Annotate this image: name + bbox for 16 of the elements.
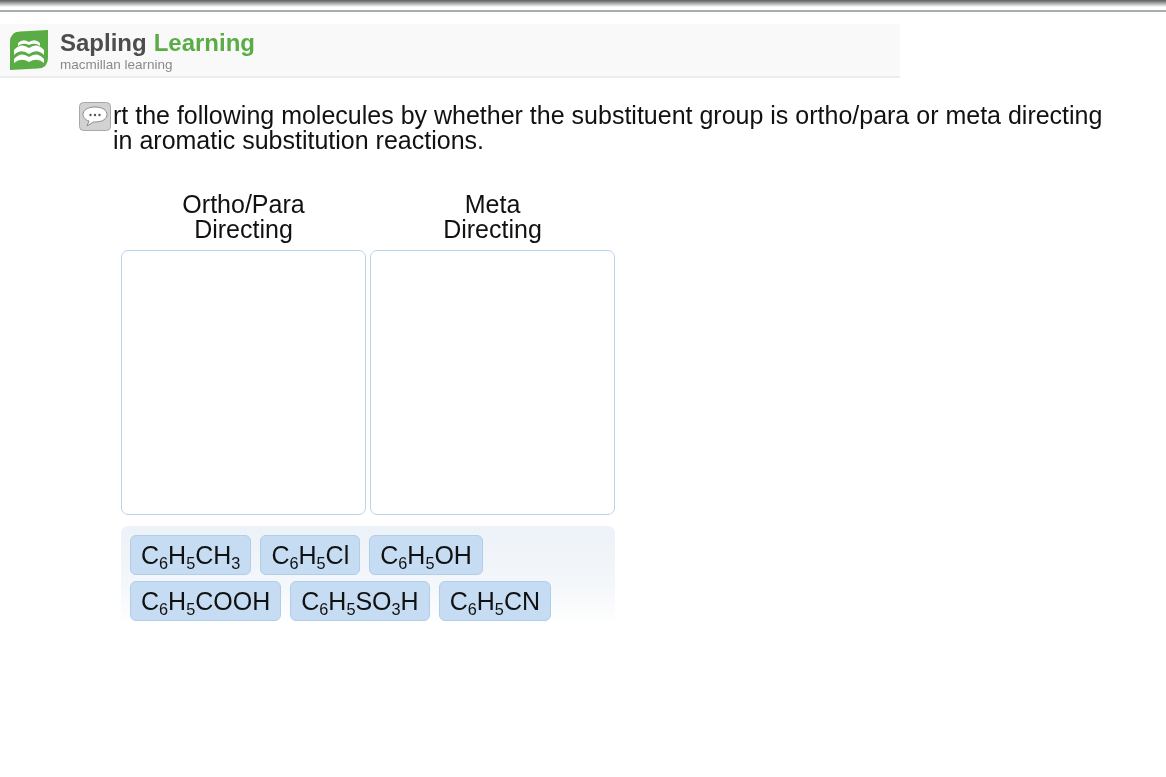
formula-chip[interactable]: C$_{6}$H$_{5}$CN — [438, 581, 551, 621]
brand-name-text: Learning — [153, 29, 255, 56]
question-text: rt the following molecules by whether the substituent group is ortho/para or meta directing in aromatic substitution reactions. — [113, 103, 1104, 153]
formula-chip[interactable]: C$_{6}$H$_{5}$OH — [369, 535, 483, 575]
brand-name-text: Sapling — [60, 29, 147, 56]
drop-zone[interactable] — [370, 250, 615, 515]
formula-chip[interactable]: C$_{6}$H$_{5}$Cl — [260, 535, 361, 575]
formula-chip[interactable]: C$_{6}$H$_{5}$SO$_{3}$H — [290, 581, 430, 621]
drop-zone[interactable] — [121, 250, 366, 515]
brand-tagline: macmillan learning — [60, 56, 174, 73]
open-book-logo-icon — [10, 30, 48, 70]
column-heading: Ortho/Para Directing — [181, 192, 306, 242]
column-heading: Meta Directing — [442, 192, 543, 242]
speech-bubble-icon[interactable] — [79, 102, 111, 131]
formula-chip[interactable]: C$_{6}$H$_{5}$COOH — [130, 581, 282, 621]
formula-chip[interactable]: C$_{6}$H$_{5}$CH$_{3}$ — [130, 535, 252, 575]
